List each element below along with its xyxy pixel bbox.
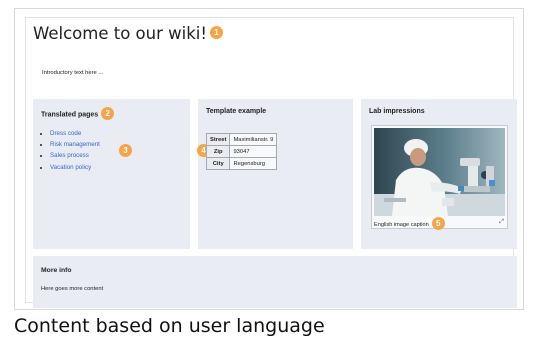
lab-image-thumbnail[interactable]: English image caption 5 ⤢ — [371, 125, 508, 231]
link-vacation-policy[interactable]: Vacation policy — [50, 164, 91, 171]
list-item: Vacation policy — [50, 162, 100, 173]
template-example-title: Template example — [206, 108, 267, 115]
image-caption-text: English image caption — [374, 221, 429, 228]
page-title-text: Welcome to our wiki! — [33, 24, 207, 43]
row-value-zip: 93047 — [229, 145, 278, 158]
translated-pages-title: Translated pages — [41, 111, 99, 119]
translated-pages-box: Translated pages2 Dress code Risk manage… — [33, 99, 190, 249]
address-table: Street Maximilianstr. 9 Zip 93047 City R… — [205, 133, 278, 170]
callout-badge-5: 5 — [431, 217, 445, 230]
table-row: Street Maximilianstr. 9 — [205, 133, 278, 146]
row-label-city: City — [205, 157, 231, 170]
intro-text: Introductory text here ... — [42, 70, 104, 76]
translated-pages-heading: Translated pages 2 — [41, 107, 115, 121]
page-title: Welcome to our wiki! 1 — [33, 24, 223, 43]
lab-impressions-box: Lab impressions English image caption 5 … — [361, 99, 517, 249]
list-item: Sales process — [50, 150, 100, 161]
table-row: Zip 93047 — [205, 145, 278, 158]
link-dress-code[interactable]: Dress code — [50, 130, 81, 137]
callout-badge-3: 3 — [119, 144, 132, 157]
list-item: Risk management — [50, 139, 100, 150]
lab-impressions-title: Lab impressions — [369, 108, 425, 115]
row-label-zip: Zip — [205, 145, 231, 158]
row-value-city: Regensburg — [229, 157, 278, 170]
table-row: City Regensburg — [205, 157, 278, 170]
translated-pages-list: Dress code Risk management Sales process… — [50, 128, 100, 173]
wiki-content-area: Welcome to our wiki! 1 Introductory text … — [25, 17, 517, 308]
wiki-page-frame: Welcome to our wiki! 1 Introductory text … — [14, 8, 524, 310]
link-risk-management[interactable]: Risk management — [50, 141, 100, 148]
list-item: Dress code — [50, 128, 100, 139]
template-example-box: Template example 4 Street Maximilianstr.… — [197, 99, 353, 249]
image-caption: English image caption 5 — [374, 217, 445, 231]
callout-badge-1: 1 — [209, 26, 223, 39]
more-info-title: More info — [41, 267, 72, 274]
row-value-street: Maximilianstr. 9 — [229, 133, 278, 146]
footer-caption: Content based on user language — [14, 315, 325, 337]
more-info-box: More info Here goes more content — [33, 256, 517, 308]
row-label-street: Street — [205, 133, 231, 146]
link-sales-process[interactable]: Sales process — [50, 152, 89, 159]
callout-badge-2: 2 — [101, 107, 115, 120]
enlarge-icon[interactable]: ⤢ — [499, 219, 504, 226]
more-info-body: Here goes more content — [41, 286, 104, 292]
lab-photo[interactable] — [374, 128, 505, 216]
